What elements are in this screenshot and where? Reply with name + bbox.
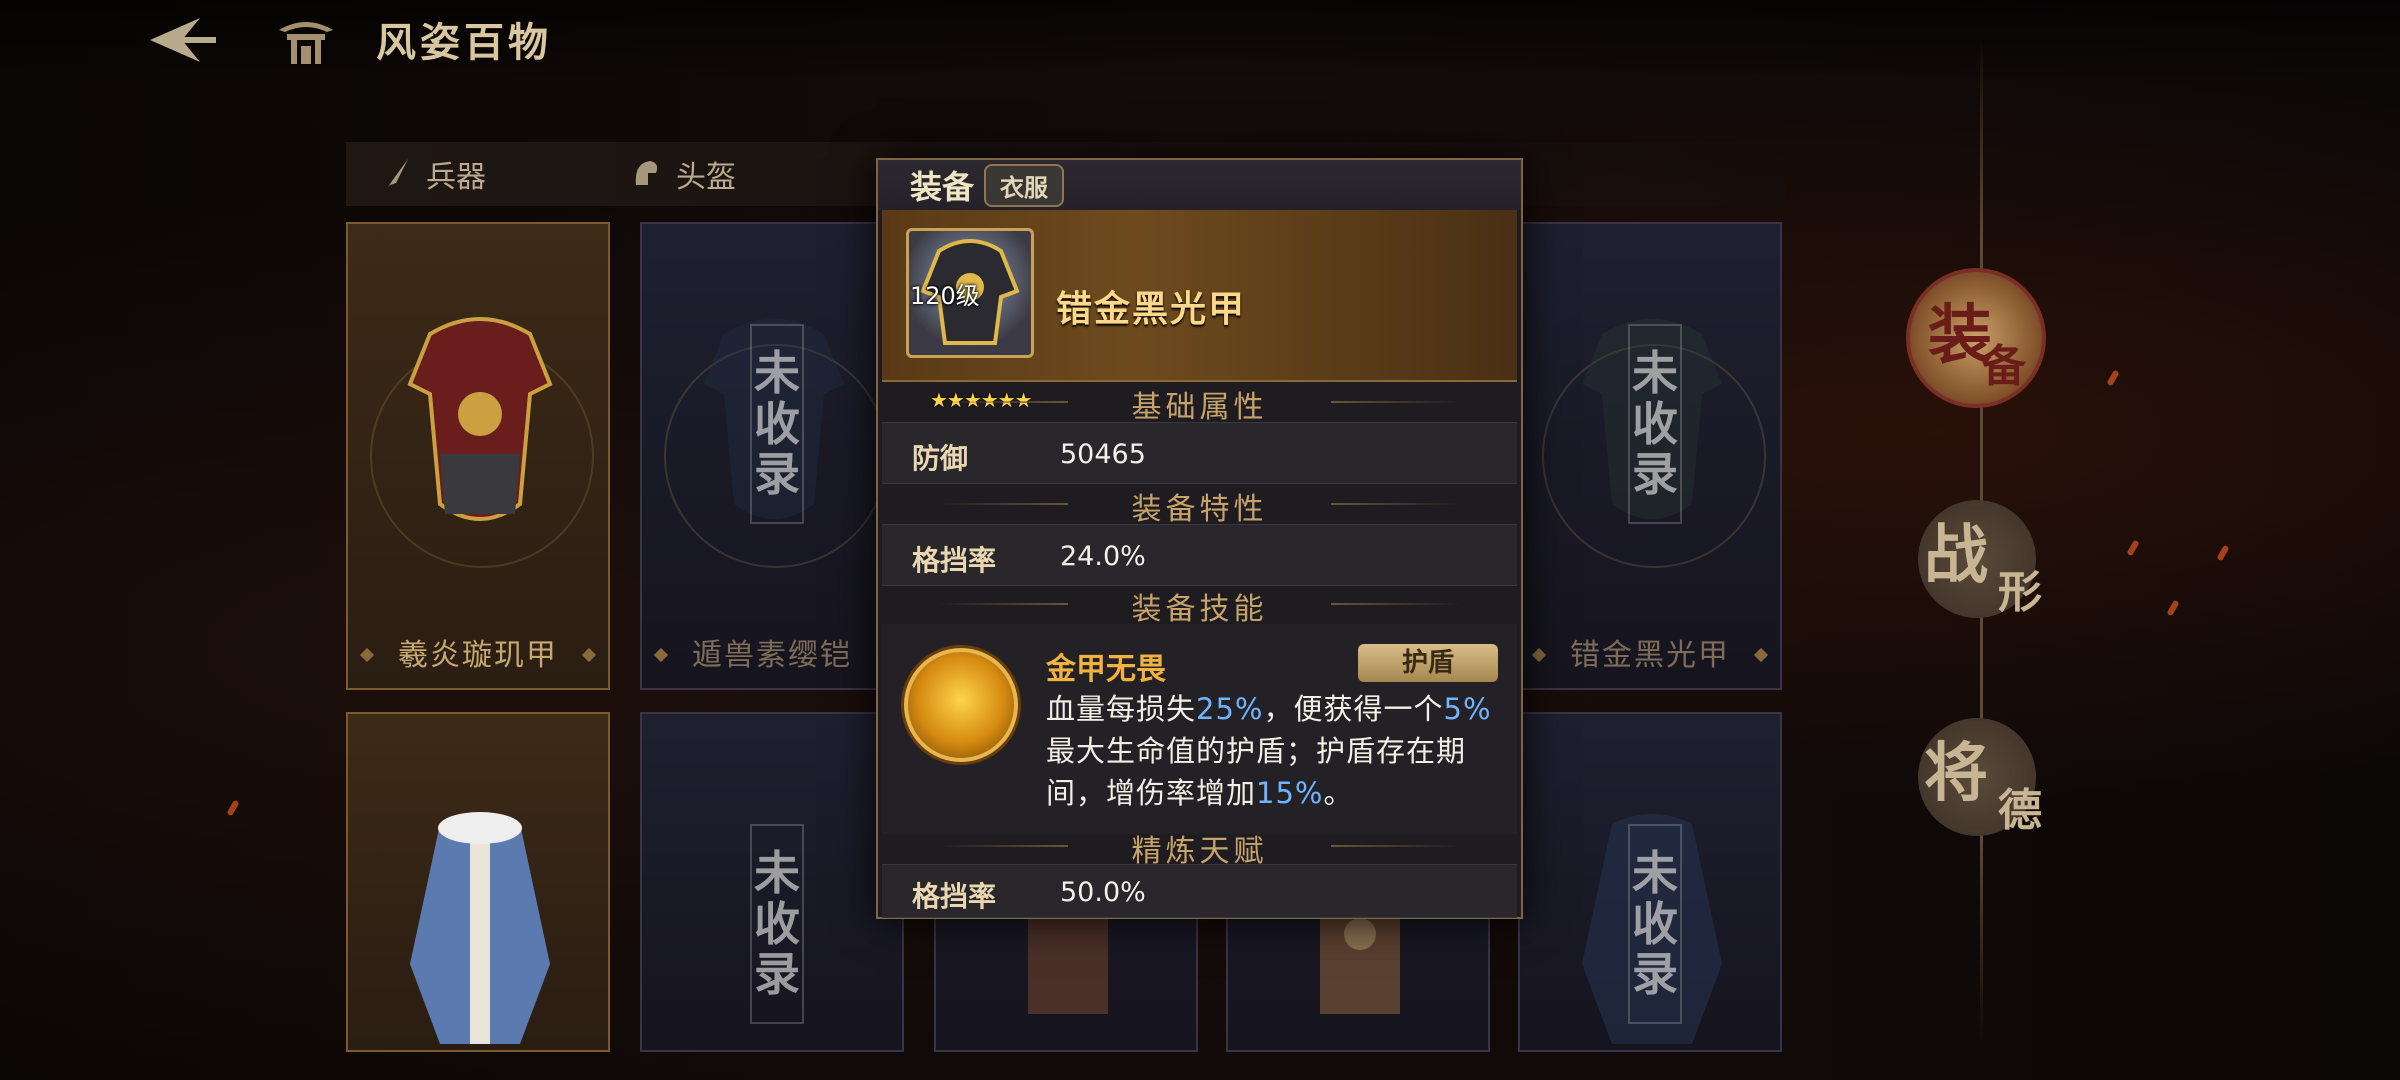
equipment-card[interactable]: 羲炎璇玑甲 bbox=[346, 222, 610, 690]
back-button[interactable] bbox=[130, 10, 220, 70]
equipment-card[interactable]: 未收录 bbox=[640, 712, 904, 1052]
item-header: 120级 ★★★★★★ 错金黑光甲 bbox=[882, 210, 1517, 412]
section-features: 装备特性 bbox=[878, 484, 1521, 527]
card-name: 错金黑光甲 bbox=[1570, 638, 1730, 673]
nav-equipment-button[interactable]: 装 备 bbox=[1906, 268, 2046, 408]
attr-value: 24.0% bbox=[1060, 541, 1146, 572]
attr-row: 防御 50465 bbox=[882, 422, 1517, 484]
tab-label: 头盔 bbox=[676, 160, 736, 195]
tab-weapons[interactable]: 兵器 bbox=[382, 146, 486, 202]
nav-virtue-button[interactable]: 将 德 bbox=[1918, 718, 2042, 836]
uncollected-stamp: 未收录 bbox=[1628, 324, 1682, 524]
attr-key: 格挡率 bbox=[912, 880, 997, 913]
back-arrow-icon bbox=[150, 18, 216, 62]
uncollected-stamp: 未收录 bbox=[750, 324, 804, 524]
equipment-card[interactable]: 未收录 bbox=[1518, 712, 1782, 1052]
helmet-icon bbox=[635, 161, 658, 185]
page-title: 风姿百物 bbox=[376, 19, 552, 66]
tab-label: 兵器 bbox=[426, 160, 486, 195]
attr-row: 格挡率 50.0% bbox=[882, 864, 1517, 918]
attr-row: 格挡率 24.0% bbox=[882, 524, 1517, 586]
attr-value: 50465 bbox=[1060, 439, 1146, 470]
popup-header: 装备 衣服 bbox=[878, 160, 1521, 210]
attr-value: 50.0% bbox=[1060, 877, 1146, 908]
tab-helmets[interactable]: 头盔 bbox=[630, 146, 736, 202]
section-skills: 装备技能 bbox=[878, 584, 1521, 627]
armor-image bbox=[407, 317, 553, 521]
item-name: 错金黑光甲 bbox=[1056, 288, 1247, 330]
section-refine: 精炼天赋 bbox=[878, 826, 1521, 869]
skill-name: 金甲无畏 bbox=[1046, 652, 1166, 687]
equipment-detail-popup: 装备 衣服 120级 ★★★★★★ 错金黑光甲 基础属性 防御 50465 装备… bbox=[876, 158, 1523, 919]
shield-tag[interactable]: 护盾 bbox=[1358, 644, 1498, 682]
card-name: 羲炎璇玑甲 bbox=[398, 638, 558, 673]
skill-icon bbox=[904, 648, 1018, 762]
equipment-card[interactable] bbox=[346, 712, 610, 1052]
skill-description: 血量每损失25%，便获得一个5%最大生命值的护盾；护盾存在期间，增伤率增加15%… bbox=[1046, 692, 1492, 810]
popup-title: 装备 bbox=[910, 168, 975, 206]
item-level: 120级 bbox=[910, 282, 980, 310]
card-name: 遁兽素缨铠 bbox=[692, 638, 852, 673]
equipment-card[interactable]: 未收录 遁兽素缨铠 bbox=[640, 222, 904, 690]
uncollected-stamp: 未收录 bbox=[750, 824, 804, 1024]
sword-icon bbox=[386, 159, 408, 189]
attr-key: 防御 bbox=[912, 442, 969, 475]
robe-image bbox=[410, 812, 550, 1044]
type-badge: 衣服 bbox=[984, 163, 1065, 207]
skill-box: 金甲无畏 护盾 血量每损失25%，便获得一个5%最大生命值的护盾；护盾存在期间，… bbox=[882, 624, 1517, 834]
section-base-attributes: 基础属性 bbox=[878, 382, 1521, 425]
uncollected-stamp: 未收录 bbox=[1628, 824, 1682, 1024]
top-bar: 风姿百物 bbox=[0, 0, 2400, 80]
pavilion-icon bbox=[279, 22, 333, 64]
equipment-card[interactable]: 未收录 错金黑光甲 bbox=[1518, 222, 1782, 690]
attr-key: 格挡率 bbox=[912, 544, 997, 577]
nav-formation-button[interactable]: 战 形 bbox=[1918, 500, 2042, 618]
